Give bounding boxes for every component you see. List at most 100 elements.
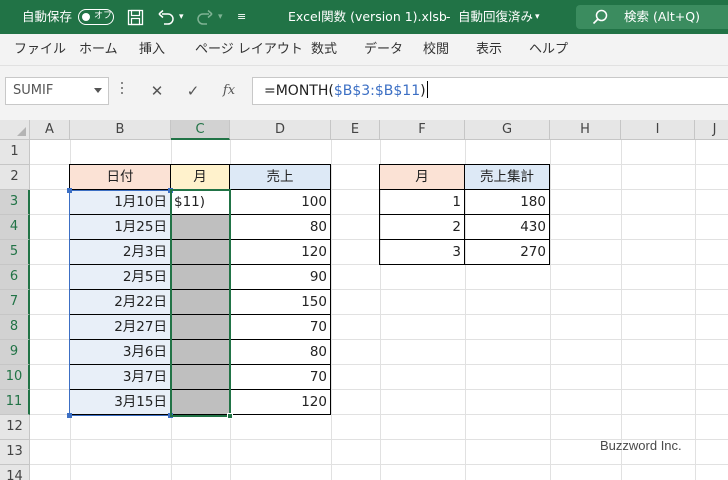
range-handle[interactable]: [67, 413, 72, 418]
tab-data[interactable]: データ: [364, 34, 403, 66]
sales-cell[interactable]: 150: [230, 290, 331, 315]
month-cell[interactable]: [171, 290, 230, 315]
save-icon[interactable]: [127, 9, 144, 26]
summary-header-total-cell[interactable]: 売上集計: [465, 164, 550, 190]
tab-insert[interactable]: 挿入: [139, 34, 165, 66]
date-cell[interactable]: 1月10日: [69, 190, 171, 215]
summary-total-cell[interactable]: 180: [465, 190, 550, 215]
row-header-11[interactable]: 11: [0, 390, 30, 415]
tab-view[interactable]: 表示: [476, 34, 502, 66]
row-header-13[interactable]: 13: [0, 440, 30, 465]
month-cell[interactable]: [171, 340, 230, 365]
month-cell[interactable]: [171, 215, 230, 240]
select-all-button[interactable]: [0, 120, 30, 140]
row-header-8[interactable]: 8: [0, 315, 30, 340]
fill-handle[interactable]: [227, 413, 233, 419]
header-date-cell[interactable]: 日付: [69, 164, 171, 190]
range-handle[interactable]: [168, 188, 173, 193]
row-header-5[interactable]: 5: [0, 240, 30, 265]
column-header-i[interactable]: I: [621, 120, 695, 140]
select-all-triangle-icon: [17, 127, 26, 136]
sales-cell[interactable]: 80: [230, 215, 331, 240]
undo-dropdown-icon[interactable]: ▾: [179, 0, 184, 34]
sales-cell[interactable]: 100: [230, 190, 331, 215]
range-handle[interactable]: [168, 413, 173, 418]
insert-function-icon[interactable]: fx: [217, 79, 241, 103]
column-header-c[interactable]: C: [171, 120, 230, 140]
name-box-dropdown-icon[interactable]: [94, 88, 102, 93]
search-icon: [592, 9, 608, 25]
header-sales-cell[interactable]: 売上: [230, 164, 331, 190]
column-header-g[interactable]: G: [465, 120, 550, 140]
column-header-h[interactable]: H: [550, 120, 621, 140]
name-box-value: SUMIF: [13, 83, 54, 98]
sales-cell[interactable]: 70: [230, 365, 331, 390]
column-header-f[interactable]: F: [380, 120, 465, 140]
formula-suffix: ): [420, 83, 426, 99]
enter-icon[interactable]: ✓: [181, 79, 205, 103]
date-cell[interactable]: 1月25日: [69, 215, 171, 240]
sales-cell[interactable]: 120: [230, 240, 331, 265]
tab-review[interactable]: 校閲: [423, 34, 449, 66]
date-cell[interactable]: 2月5日: [69, 265, 171, 290]
month-cell[interactable]: [171, 265, 230, 290]
sales-cell[interactable]: 80: [230, 340, 331, 365]
save-status-dropdown-icon[interactable]: ▾: [535, 0, 540, 34]
row-header-1[interactable]: 1: [0, 140, 30, 165]
summary-total-cell[interactable]: 430: [465, 215, 550, 240]
date-cell[interactable]: 2月27日: [69, 315, 171, 340]
tab-help[interactable]: ヘルプ: [529, 34, 568, 66]
column-header-e[interactable]: E: [331, 120, 380, 140]
redo-icon: [197, 9, 213, 25]
row-header-6[interactable]: 6: [0, 265, 30, 290]
column-header-b[interactable]: B: [70, 120, 171, 140]
row-header-4[interactable]: 4: [0, 215, 30, 240]
summary-month-cell[interactable]: 1: [379, 190, 465, 215]
summary-header-month-cell[interactable]: 月: [379, 164, 465, 190]
autosave-toggle[interactable]: オフ: [78, 9, 114, 25]
name-box[interactable]: SUMIF: [5, 77, 109, 105]
search-box[interactable]: 検索 (Alt+Q): [576, 5, 728, 29]
formula-bar-grip-icon[interactable]: [121, 82, 124, 98]
sales-cell[interactable]: 90: [230, 265, 331, 290]
tab-file[interactable]: ファイル: [14, 34, 66, 66]
tab-home[interactable]: ホーム: [79, 34, 118, 66]
column-header-a[interactable]: A: [30, 120, 70, 140]
row-header-10[interactable]: 10: [0, 365, 30, 390]
toggle-knob: [82, 12, 90, 21]
date-cell[interactable]: 3月15日: [69, 390, 171, 415]
sales-cell[interactable]: 120: [230, 390, 331, 415]
summary-total-cell[interactable]: 270: [465, 240, 550, 265]
undo-icon[interactable]: [157, 9, 175, 26]
tab-formulas[interactable]: 数式: [311, 34, 337, 66]
date-cell[interactable]: 2月3日: [69, 240, 171, 265]
formula-input[interactable]: =MONTH($B$3:$B$11): [252, 77, 728, 105]
save-status[interactable]: 自動回復済み: [458, 0, 533, 34]
customize-toolbar-icon[interactable]: ≡: [237, 0, 246, 34]
sales-cell[interactable]: 70: [230, 315, 331, 340]
row-header-2[interactable]: 2: [0, 165, 30, 190]
date-cell[interactable]: 2月22日: [69, 290, 171, 315]
worksheet-grid[interactable]: A B C D E F G H I J 1 2 3 4 5 6 7 8 9 10…: [0, 120, 728, 480]
summary-month-cell[interactable]: 3: [379, 240, 465, 265]
column-header-d[interactable]: D: [230, 120, 331, 140]
editing-cell[interactable]: $11): [171, 190, 230, 215]
summary-month-cell[interactable]: 2: [379, 215, 465, 240]
month-cell[interactable]: [171, 315, 230, 340]
row-header-3[interactable]: 3: [0, 190, 30, 215]
range-handle[interactable]: [67, 188, 72, 193]
tab-page-layout[interactable]: ページ レイアウト: [195, 34, 303, 66]
row-header-12[interactable]: 12: [0, 415, 30, 440]
month-cell[interactable]: [171, 240, 230, 265]
row-header-14[interactable]: 14: [0, 465, 30, 480]
month-cell[interactable]: [171, 390, 230, 415]
row-header-9[interactable]: 9: [0, 340, 30, 365]
column-header-j[interactable]: J: [695, 120, 728, 140]
ribbon-tabs: ファイル ホーム 挿入 ページ レイアウト 数式 データ 校閲 表示 ヘルプ: [0, 34, 728, 66]
header-month-cell[interactable]: 月: [171, 164, 230, 190]
date-cell[interactable]: 3月6日: [69, 340, 171, 365]
cancel-icon[interactable]: ✕: [145, 79, 169, 103]
month-cell[interactable]: [171, 365, 230, 390]
row-header-7[interactable]: 7: [0, 290, 30, 315]
date-cell[interactable]: 3月7日: [69, 365, 171, 390]
